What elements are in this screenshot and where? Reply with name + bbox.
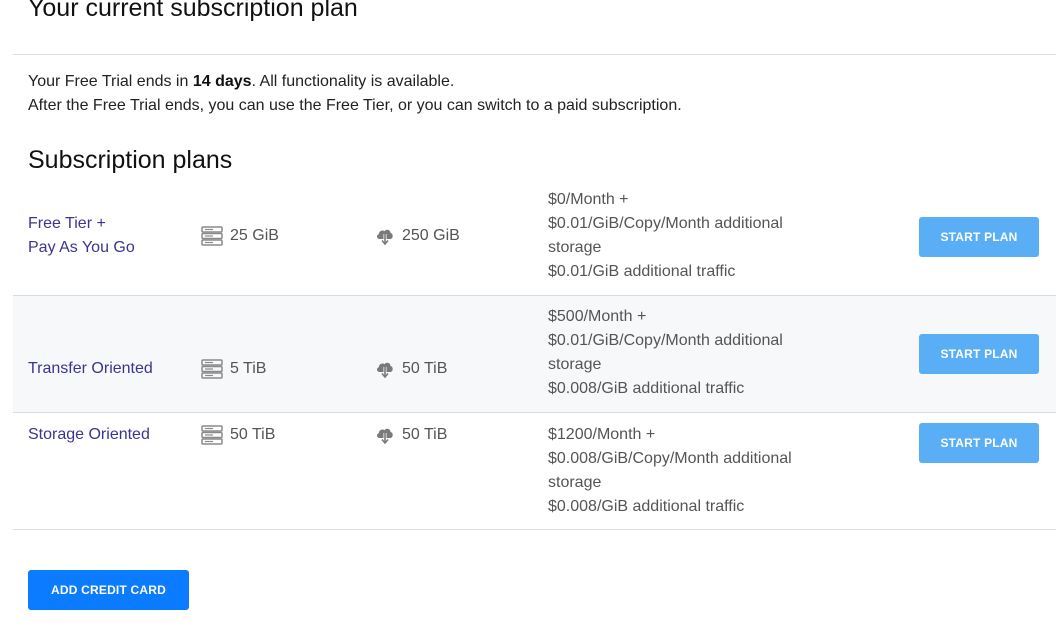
plan-row: Free Tier + Pay As You Go 25 GiB 250 GiB… <box>13 180 1056 296</box>
price-line: $0.01/GiB/Copy/Month additional <box>548 215 783 232</box>
trial-notice: Your Free Trial ends in 14 days. All fun… <box>28 73 454 91</box>
plan-name-line: Free Tier + <box>28 215 106 232</box>
plan-row: Storage Oriented 50 TiB 50 TiB $1200/Mon… <box>13 413 1056 530</box>
price-line: storage <box>548 356 602 373</box>
price-line: $0.008/GiB additional traffic <box>548 380 745 397</box>
price-line: $0/Month + <box>548 191 629 208</box>
plan-storage: 50 TiB <box>201 423 275 447</box>
plan-storage: 5 TiB <box>201 357 266 381</box>
add-credit-card-button[interactable]: ADD CREDIT CARD <box>28 570 189 610</box>
plan-name-line: Pay As You Go <box>28 239 135 256</box>
server-storage-icon <box>201 425 223 445</box>
price-line: $0.01/GiB/Copy/Month additional <box>548 332 783 349</box>
plan-name-line: Storage Oriented <box>28 426 150 443</box>
cloud-download-icon <box>376 362 393 379</box>
plan-price: $500/Month + $0.01/GiB/Copy/Month additi… <box>548 305 848 401</box>
traffic-value: 50 TiB <box>402 426 448 443</box>
plan-price: $1200/Month + $0.008/GiB/Copy/Month addi… <box>548 423 848 519</box>
page-title: Your current subscription plan <box>28 0 358 22</box>
price-line: $0.01/GiB additional traffic <box>548 263 736 280</box>
plan-storage: 25 GiB <box>201 224 279 248</box>
plan-traffic: 50 TiB <box>375 357 447 381</box>
traffic-value: 250 GiB <box>402 227 460 244</box>
plan-name-line: Transfer Oriented <box>28 360 153 377</box>
section-title: Subscription plans <box>28 146 233 174</box>
price-line: $500/Month + <box>548 308 647 325</box>
plan-price: $0/Month + $0.01/GiB/Copy/Month addition… <box>548 188 848 284</box>
price-line: $1200/Month + <box>548 426 656 443</box>
price-line: $0.008/GiB/Copy/Month additional <box>548 450 792 467</box>
traffic-value: 50 TiB <box>402 360 448 377</box>
plan-name-link[interactable]: Free Tier + Pay As You Go <box>28 212 135 260</box>
header-divider <box>13 54 1056 55</box>
trial-days: 14 days <box>192 73 252 90</box>
start-plan-button[interactable]: START PLAN <box>919 217 1039 257</box>
plan-traffic: 50 TiB <box>375 423 447 447</box>
plan-name-link[interactable]: Transfer Oriented <box>28 357 153 381</box>
plan-row: Transfer Oriented 5 TiB 50 TiB $500/Mont… <box>13 296 1056 413</box>
storage-value: 5 TiB <box>230 360 267 377</box>
price-line: $0.008/GiB additional traffic <box>548 498 745 515</box>
trial-info: After the Free Trial ends, you can use t… <box>28 97 682 114</box>
start-plan-button[interactable]: START PLAN <box>919 334 1039 374</box>
trial-prefix: Your Free Trial ends in <box>28 73 193 90</box>
start-plan-button[interactable]: START PLAN <box>919 423 1039 463</box>
price-line: storage <box>548 474 602 491</box>
cloud-download-icon <box>376 428 393 445</box>
server-storage-icon <box>201 226 223 246</box>
plan-name-link[interactable]: Storage Oriented <box>28 423 150 447</box>
storage-value: 25 GiB <box>230 227 279 244</box>
server-storage-icon <box>201 359 223 379</box>
price-line: storage <box>548 239 602 256</box>
cloud-download-icon <box>376 229 393 246</box>
storage-value: 50 TiB <box>230 426 276 443</box>
plan-traffic: 250 GiB <box>375 224 460 248</box>
trial-suffix: . All functionality is available. <box>251 73 455 90</box>
